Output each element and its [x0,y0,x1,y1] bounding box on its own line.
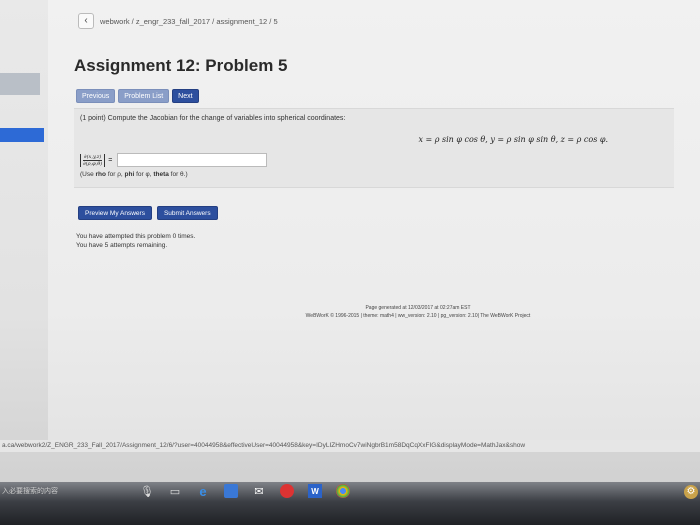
hint-for-theta: for θ.) [168,171,188,178]
hint-theta: theta [153,171,169,178]
problem-formula: x = ρ sin φ cos θ, y = ρ sin φ sin θ, z … [418,135,608,144]
problem-box: (1 point) Compute the Jacobian for the c… [74,108,674,188]
edge-browser-icon[interactable]: e [196,484,210,499]
hint-rho: rho [95,171,107,178]
page-footer: Page generated at 12/03/2017 at 02:27am … [248,304,588,320]
attempts-line-1: You have attempted this problem 0 times. [76,233,196,240]
chevron-left-icon: ‹ [84,15,88,26]
settings-gear-icon[interactable]: ⚙ [684,485,698,499]
taskbar: 入必要搜索的内容 🎙 ▭ e ✉ W ⚙ [0,482,700,525]
hint-for-rho: for ρ, [106,171,125,178]
screen: ‹ webwork / z_engr_233_fall_2017 / assig… [0,0,700,525]
breadcrumb-bar: ‹ webwork / z_engr_233_fall_2017 / assig… [78,12,278,30]
next-button[interactable]: Next [172,89,199,103]
webwork-page: ‹ webwork / z_engr_233_fall_2017 / assig… [48,0,700,440]
task-view-icon[interactable]: ▭ [168,484,182,498]
variable-hint: (Use rho for ρ, phi for φ, theta for θ.) [80,171,188,178]
jacobian-row: ∂(x,y,z) ∂(ρ,φ,θ) = [80,153,268,167]
problem-list-button[interactable]: Problem List [118,89,170,103]
hint-prefix: (Use [80,171,96,178]
hint-phi: phi [124,171,135,178]
jacobian-fraction: ∂(x,y,z) ∂(ρ,φ,θ) [80,153,106,167]
jacobian-numerator: ∂(x,y,z) [83,153,103,161]
chrome-icon[interactable] [336,484,350,498]
status-bar-url: a.ca/webwork2/Z_ENGR_233_Fall_2017/Assig… [0,440,700,452]
left-highlight-strip [0,128,44,142]
attempts-info: You have attempted this problem 0 times.… [76,232,195,250]
back-button[interactable]: ‹ [78,13,94,29]
page-title: Assignment 12: Problem 5 [74,56,288,75]
store-icon[interactable] [224,484,238,498]
breadcrumb: webwork / z_engr_233_fall_2017 / assignm… [100,16,278,26]
hint-for-phi: for φ, [134,171,154,178]
taskbar-icons: 🎙 ▭ e ✉ W [140,484,350,499]
jacobian-denominator: ∂(ρ,φ,θ) [83,160,103,167]
equals-sign: = [108,156,113,164]
problem-nav: Previous Problem List Next [76,89,199,103]
answer-input[interactable] [117,153,268,167]
preview-answers-button[interactable]: Preview My Answers [78,206,152,220]
previous-button[interactable]: Previous [76,89,116,103]
microphone-icon[interactable]: 🎙 [140,484,154,498]
word-icon[interactable]: W [308,484,322,498]
submit-answers-button[interactable]: Submit Answers [156,206,218,220]
footer-generated: Page generated at 12/03/2017 at 02:27am … [365,305,471,311]
footer-copyright: WeBWorK © 1996-2015 | theme: math4 | ww_… [305,313,531,319]
game-app-icon[interactable] [280,484,294,498]
taskbar-search[interactable]: 入必要搜索的内容 [2,486,58,496]
attempts-line-2: You have 5 attempts remaining. [76,242,168,249]
problem-statement: (1 point) Compute the Jacobian for the c… [80,115,346,122]
left-sidebar-strip [0,73,40,95]
answer-actions: Preview My Answers Submit Answers [78,206,218,220]
mail-icon[interactable]: ✉ [252,484,266,498]
